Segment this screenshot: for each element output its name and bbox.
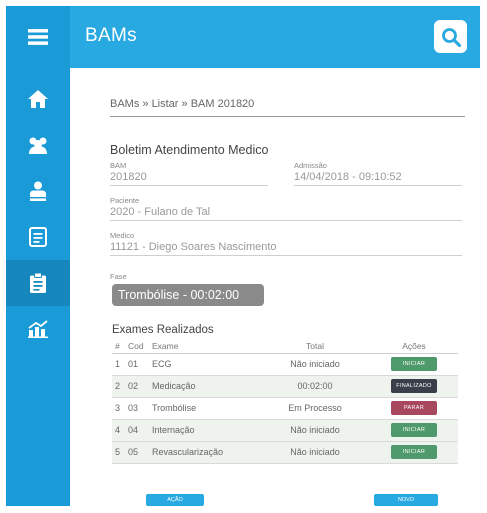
acao-button[interactable]: AÇÃO <box>146 494 204 506</box>
row-exame: Internação <box>152 419 260 442</box>
table-row: 1 01 ECG Não iniciado INICIAR <box>112 353 458 376</box>
row-total: Não iniciado <box>260 441 370 464</box>
bam-field[interactable]: BAM 201820 <box>110 161 268 186</box>
users-icon <box>29 137 47 154</box>
main-content: BAMs » Listar » BAM 201820 Boletim Atend… <box>70 68 480 506</box>
col-header-cod: Cod <box>128 340 152 354</box>
row-total: Em Processo <box>260 397 370 420</box>
sidebar-item-profile[interactable] <box>6 168 70 214</box>
page-title: BAMs <box>85 25 137 46</box>
form-title: Boletim Atendimento Medico <box>110 143 269 157</box>
table-row: 4 04 Internação Não iniciado INICIAR <box>112 419 458 442</box>
finalizado-button[interactable]: FINALIZADO <box>391 379 437 393</box>
top-bar: BAMs <box>70 6 480 68</box>
col-header-exame: Exame <box>152 340 260 354</box>
bam-value: 201820 <box>110 170 268 186</box>
novo-button[interactable]: NOVO <box>374 494 438 506</box>
fase-badge: Trombólise - 00:02:00 <box>112 284 264 306</box>
row-idx: 5 <box>112 441 128 464</box>
iniciar-button[interactable]: INICIAR <box>391 423 437 437</box>
table-header-row: # Cod Exame Total Ações <box>112 340 458 354</box>
clipboard-icon <box>30 273 46 293</box>
row-cod: 03 <box>128 397 152 420</box>
iniciar-button[interactable]: INICIAR <box>391 357 437 371</box>
paciente-field[interactable]: Paciente 2020 - Fulano de Tal <box>110 196 462 221</box>
col-header-total: Total <box>260 340 370 354</box>
admissao-value: 14/04/2018 - 09:10:52 <box>294 170 462 186</box>
paciente-value: 2020 - Fulano de Tal <box>110 205 462 221</box>
sidebar-item-documents[interactable] <box>6 214 70 260</box>
admissao-field[interactable]: Admissão 14/04/2018 - 09:10:52 <box>294 161 462 186</box>
fase-field: Fase <box>110 272 127 281</box>
sidebar-item-bams[interactable] <box>6 260 70 306</box>
table-row: 5 05 Revascularização Não iniciado INICI… <box>112 441 458 464</box>
row-cod: 04 <box>128 419 152 442</box>
home-icon <box>28 90 48 108</box>
row-idx: 2 <box>112 375 128 398</box>
sidebar-item-users[interactable] <box>6 122 70 168</box>
row-idx: 3 <box>112 397 128 420</box>
fase-label: Fase <box>110 272 127 281</box>
row-total: Não iniciado <box>260 419 370 442</box>
row-idx: 1 <box>112 353 128 376</box>
admissao-label: Admissão <box>294 161 327 170</box>
col-header-idx: # <box>112 340 128 354</box>
iniciar-button[interactable]: INICIAR <box>391 445 437 459</box>
sidebar-item-reports[interactable] <box>6 306 70 352</box>
bam-label: BAM <box>110 161 127 170</box>
person-icon <box>29 181 47 201</box>
row-total: Não iniciado <box>260 353 370 376</box>
chart-icon <box>28 320 48 338</box>
row-cod: 02 <box>128 375 152 398</box>
row-idx: 4 <box>112 419 128 442</box>
table-row: 3 03 Trombólise Em Processo PARAR <box>112 397 458 420</box>
exams-table: # Cod Exame Total Ações 1 01 ECG Não ini… <box>112 340 458 464</box>
search-button[interactable] <box>434 20 467 53</box>
app-window: BAMs BAMs » Listar » BAM 201820 Boletim … <box>6 6 480 506</box>
row-exame: Trombólise <box>152 397 260 420</box>
sidebar-item-menu[interactable] <box>6 14 70 60</box>
table-row: 2 02 Medicação 00:02:00 FINALIZADO <box>112 375 458 398</box>
search-icon <box>441 27 461 47</box>
medico-label: Medico <box>110 231 135 240</box>
exams-title: Exames Realizados <box>112 324 214 336</box>
row-total: 00:02:00 <box>260 375 370 398</box>
medico-value: 11121 - Diego Soares Nascimento <box>110 240 462 256</box>
breadcrumb[interactable]: BAMs » Listar » BAM 201820 <box>110 98 465 117</box>
row-exame: Revascularização <box>152 441 260 464</box>
sidebar-item-home[interactable] <box>6 76 70 122</box>
parar-button[interactable]: PARAR <box>391 401 437 415</box>
menu-icon <box>28 29 48 45</box>
document-icon <box>29 227 47 247</box>
paciente-label: Paciente <box>110 196 140 205</box>
row-exame: ECG <box>152 353 260 376</box>
col-header-acoes: Ações <box>370 340 458 354</box>
row-cod: 05 <box>128 441 152 464</box>
row-exame: Medicação <box>152 375 260 398</box>
sidebar <box>6 6 70 506</box>
medico-field[interactable]: Medico 11121 - Diego Soares Nascimento <box>110 231 462 256</box>
row-cod: 01 <box>128 353 152 376</box>
